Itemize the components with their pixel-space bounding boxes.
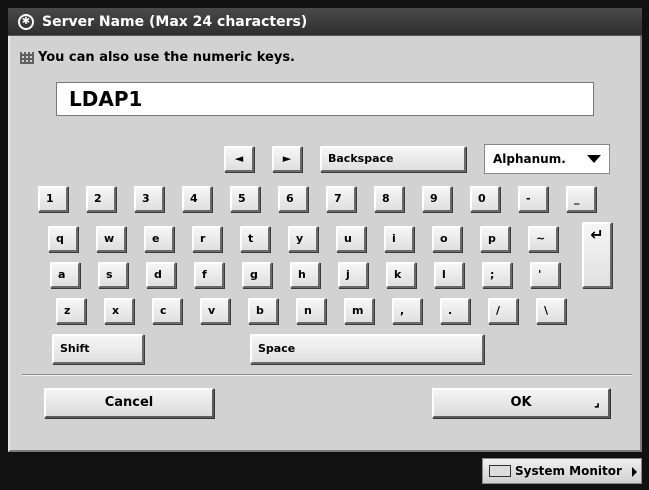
settings-icon: ✱: [18, 14, 34, 30]
key-r1-2[interactable]: 3: [134, 186, 164, 212]
key-r3-2[interactable]: d: [146, 262, 176, 288]
key-r3-4[interactable]: g: [242, 262, 272, 288]
key-r4-1[interactable]: x: [104, 298, 134, 324]
key-r3-7[interactable]: k: [386, 262, 416, 288]
key-r3-1[interactable]: s: [98, 262, 128, 288]
key-r1-3[interactable]: 4: [182, 186, 212, 212]
input-mode-select[interactable]: Alphanum.: [484, 144, 610, 174]
key-r3-0[interactable]: a: [50, 262, 80, 288]
enter-key[interactable]: ↵: [582, 222, 612, 288]
system-monitor-label: System Monitor: [515, 464, 622, 478]
key-r1-11[interactable]: _: [566, 186, 596, 212]
key-r1-10[interactable]: -: [518, 186, 548, 212]
dialog-panel: You can also use the numeric keys. LDAP1…: [8, 36, 642, 452]
key-r1-0[interactable]: 1: [38, 186, 68, 212]
title-bar: ✱ Server Name (Max 24 characters): [8, 8, 642, 36]
key-r2-10[interactable]: ~: [528, 226, 558, 252]
key-r3-8[interactable]: l: [434, 262, 464, 288]
key-r1-6[interactable]: 7: [326, 186, 356, 212]
cancel-button[interactable]: Cancel: [44, 388, 214, 418]
key-r1-9[interactable]: 0: [470, 186, 500, 212]
key-r2-6[interactable]: u: [336, 226, 366, 252]
cursor-left-button[interactable]: ◄: [224, 146, 254, 172]
space-key[interactable]: Space: [250, 334, 484, 364]
shift-key[interactable]: Shift: [52, 334, 144, 364]
hint-text: You can also use the numeric keys.: [38, 50, 295, 65]
key-r2-9[interactable]: p: [480, 226, 510, 252]
server-name-input[interactable]: LDAP1: [56, 82, 594, 116]
key-r2-3[interactable]: r: [192, 226, 222, 252]
key-r4-2[interactable]: c: [152, 298, 182, 324]
chevron-right-icon: [632, 467, 637, 477]
input-mode-label: Alphanum.: [493, 152, 566, 166]
monitor-icon: [489, 465, 511, 477]
key-r3-10[interactable]: ': [530, 262, 560, 288]
key-r2-8[interactable]: o: [432, 226, 462, 252]
key-r1-4[interactable]: 5: [230, 186, 260, 212]
key-r3-3[interactable]: f: [194, 262, 224, 288]
backspace-button[interactable]: Backspace: [320, 146, 466, 172]
keypad-icon: [20, 52, 34, 64]
ok-button[interactable]: OK ⌟: [432, 388, 610, 418]
key-r1-7[interactable]: 8: [374, 186, 404, 212]
key-r3-5[interactable]: h: [290, 262, 320, 288]
cursor-right-button[interactable]: ►: [272, 146, 302, 172]
enter-icon: ⌟: [593, 395, 600, 410]
ok-label: OK: [510, 395, 532, 410]
key-r3-6[interactable]: j: [338, 262, 368, 288]
key-r2-0[interactable]: q: [48, 226, 78, 252]
key-r3-9[interactable]: ;: [482, 262, 512, 288]
key-r4-8[interactable]: .: [440, 298, 470, 324]
key-r1-1[interactable]: 2: [86, 186, 116, 212]
key-r4-9[interactable]: /: [488, 298, 518, 324]
key-r4-5[interactable]: n: [296, 298, 326, 324]
key-r2-5[interactable]: y: [288, 226, 318, 252]
key-r2-1[interactable]: w: [96, 226, 126, 252]
key-r4-6[interactable]: m: [344, 298, 374, 324]
divider: [22, 374, 632, 376]
key-r2-7[interactable]: i: [384, 226, 414, 252]
system-monitor-button[interactable]: System Monitor: [482, 458, 642, 484]
screen: ✱ Server Name (Max 24 characters) You ca…: [0, 0, 649, 490]
key-r4-10[interactable]: \: [536, 298, 566, 324]
chevron-down-icon: [587, 155, 601, 163]
key-r4-3[interactable]: v: [200, 298, 230, 324]
key-r1-5[interactable]: 6: [278, 186, 308, 212]
key-r4-7[interactable]: ,: [392, 298, 422, 324]
key-r2-2[interactable]: e: [144, 226, 174, 252]
key-r4-0[interactable]: z: [56, 298, 86, 324]
dialog-title: Server Name (Max 24 characters): [42, 14, 308, 30]
key-r1-8[interactable]: 9: [422, 186, 452, 212]
key-r4-4[interactable]: b: [248, 298, 278, 324]
key-r2-4[interactable]: t: [240, 226, 270, 252]
